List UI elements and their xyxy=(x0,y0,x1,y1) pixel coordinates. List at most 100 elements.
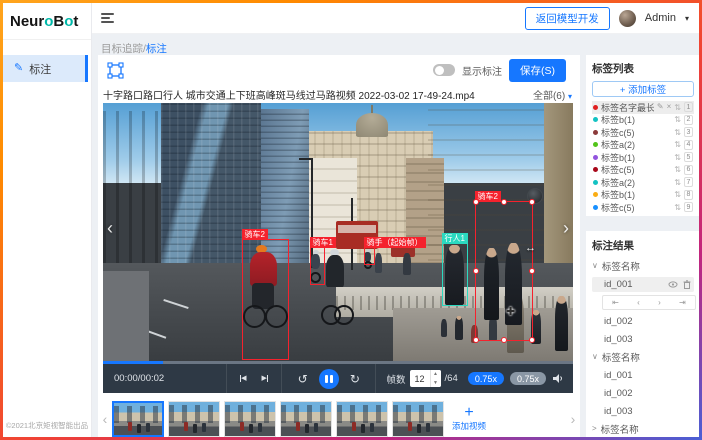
rewind-icon[interactable]: ↺ xyxy=(298,372,308,386)
pager-last-icon[interactable]: ⇥ xyxy=(679,298,686,307)
thumbnail-2[interactable] xyxy=(168,401,220,437)
bbox-rider2-selected[interactable]: 骑车2 ✚ ↔ xyxy=(475,201,533,341)
prev-frame-icon[interactable]: ◀ xyxy=(240,375,247,382)
volume-icon[interactable] xyxy=(552,373,564,384)
save-button[interactable]: 保存(S) xyxy=(509,59,566,82)
back-to-model-dev-button[interactable]: 返回模型开发 xyxy=(525,7,610,30)
show-annotation-toggle[interactable] xyxy=(433,64,455,76)
result-group-header[interactable]: ∨ 标签名称 xyxy=(592,258,694,273)
result-id-row[interactable]: id_001 xyxy=(592,368,694,382)
sort-icon[interactable]: ⇅ xyxy=(674,165,681,174)
thumbnail-4[interactable] xyxy=(280,401,332,437)
resize-handle[interactable] xyxy=(529,199,535,205)
result-id-row[interactable]: id_003 xyxy=(592,404,694,418)
bbox-label: 骑手（起始帧） xyxy=(364,237,426,248)
sort-icon[interactable]: ⇅ xyxy=(674,178,681,187)
resize-handle[interactable] xyxy=(473,268,479,274)
video-canvas[interactable]: 骑车2 骑车1 骑手（起始帧） 行人1 骑车2 ✚ xyxy=(103,103,573,361)
result-group-name: 标签名称 xyxy=(602,350,640,364)
label-color-dot xyxy=(593,180,598,185)
sort-icon[interactable]: ⇅ xyxy=(674,140,681,149)
label-list-item[interactable]: 标签a(2) ⇅ 7 xyxy=(592,176,694,189)
thumbnail-5[interactable] xyxy=(336,401,388,437)
label-list-item[interactable]: 标签a(2) ⇅ 4 xyxy=(592,139,694,152)
result-group-header-collapsed[interactable]: > 标签名称 xyxy=(592,421,694,436)
username[interactable]: Admin xyxy=(645,12,676,24)
result-id-row[interactable]: id_002 xyxy=(592,314,694,328)
resize-handle[interactable] xyxy=(501,199,507,205)
bbox-rider1[interactable]: 骑车1 xyxy=(310,247,325,285)
frame-decrement-icon[interactable]: ▼ xyxy=(431,379,441,388)
label-list-item[interactable]: 标签c(5) ⇅ 9 xyxy=(592,201,694,214)
pause-button[interactable] xyxy=(319,369,339,389)
sidebar-item-label: 标注 xyxy=(29,61,51,77)
scene-building xyxy=(356,113,388,137)
bbox-tool-icon[interactable] xyxy=(107,62,124,79)
label-list-item[interactable]: 标签c(5) ⇅ 6 xyxy=(592,164,694,177)
add-video-button[interactable]: + 添加视频 xyxy=(448,400,490,437)
label-list-item[interactable]: 标签b(1) ⇅ 8 xyxy=(592,189,694,202)
frame-increment-icon[interactable]: ▲ xyxy=(431,370,441,379)
resize-handle[interactable] xyxy=(473,199,479,205)
video-next-arrow[interactable]: › xyxy=(563,219,569,237)
sort-icon[interactable]: ⇅ xyxy=(674,203,681,212)
logo-text: o xyxy=(44,13,53,30)
thumbs-prev-icon[interactable]: ‹ xyxy=(98,411,112,427)
label-order-badge: 8 xyxy=(684,190,693,200)
bbox-pedestrian1[interactable]: 行人1 xyxy=(442,243,468,306)
thumbnail-1[interactable] xyxy=(112,401,164,437)
frame-number-input[interactable]: 12 ▲▼ xyxy=(410,370,441,387)
result-id-row-selected[interactable]: id_001 xyxy=(592,277,694,292)
label-name: 标签c(5) xyxy=(601,201,671,214)
add-label-button[interactable]: + 添加标签 xyxy=(592,81,694,97)
annotation-workspace: 显示标注 保存(S) 十字路口路口行人 城市交通上下班高峰斑马线过马路视频 20… xyxy=(98,55,580,437)
sort-icon[interactable]: ⇅ xyxy=(674,190,681,199)
avatar[interactable] xyxy=(619,10,636,27)
thumbs-next-icon[interactable]: › xyxy=(566,411,580,427)
trash-icon[interactable] xyxy=(683,280,691,289)
label-name: 标签b(1) xyxy=(601,113,671,126)
result-group-name: 标签名称 xyxy=(602,259,640,273)
resize-handle[interactable] xyxy=(529,337,535,343)
label-list-item[interactable]: 标签b(1) ⇅ 2 xyxy=(592,114,694,127)
thumbnail-3[interactable] xyxy=(224,401,276,437)
chevron-expanded-icon: ∨ xyxy=(592,261,598,270)
label-list-item[interactable]: 标签b(1) ⇅ 5 xyxy=(592,151,694,164)
speed-pill-active[interactable]: 0.75x xyxy=(468,372,504,385)
sort-icon[interactable]: ⇅ xyxy=(674,128,681,137)
results-title: 标注结果 xyxy=(592,238,694,253)
bbox-rider2-left[interactable]: 骑车2 xyxy=(242,239,289,360)
forward-icon[interactable]: ↻ xyxy=(350,372,360,386)
next-frame-icon[interactable]: ▶ xyxy=(261,375,268,382)
screenshot-frame: NeuroBot ✎ 标注 ©2021北京矩视智能出品 返回模型开发 Admin… xyxy=(0,0,702,440)
result-group-header[interactable]: ∨ 标签名称 xyxy=(592,349,694,364)
label-list-item[interactable]: 标签c(5) ⇅ 3 xyxy=(592,126,694,139)
bbox-label: 行人1 xyxy=(442,233,468,244)
pager-first-icon[interactable]: ⇤ xyxy=(612,298,619,307)
frame-count-label: 帧数 xyxy=(387,372,406,386)
pager-prev-icon[interactable]: ‹ xyxy=(637,298,640,307)
bbox-rider-startframe[interactable]: 骑手（起始帧） xyxy=(364,247,375,265)
breadcrumb-parent[interactable]: 目标追踪 xyxy=(101,43,143,55)
chevron-down-icon[interactable]: ▾ xyxy=(685,14,689,23)
label-list-item[interactable]: 标签名字最长数... ✎ × ⇅ 1 xyxy=(592,101,694,114)
pager-next-icon[interactable]: › xyxy=(658,298,661,307)
thumbnail-6[interactable] xyxy=(392,401,444,437)
sidebar-item-annotate[interactable]: ✎ 标注 xyxy=(3,55,88,82)
delete-icon[interactable]: × xyxy=(667,103,672,111)
result-id-row[interactable]: id_002 xyxy=(592,386,694,400)
sort-icon[interactable]: ⇅ xyxy=(674,153,681,162)
speed-pill[interactable]: 0.75x xyxy=(510,372,546,385)
video-prev-arrow[interactable]: ‹ xyxy=(107,219,113,237)
sort-icon[interactable]: ⇅ xyxy=(674,103,681,112)
resize-handle[interactable] xyxy=(529,268,535,274)
resize-handle[interactable] xyxy=(501,337,507,343)
filter-dropdown[interactable]: 全部(6) ▾ xyxy=(533,87,572,102)
eye-icon[interactable] xyxy=(668,280,678,289)
sort-icon[interactable]: ⇅ xyxy=(674,115,681,124)
toolbar: 显示标注 保存(S) xyxy=(98,55,580,85)
resize-handle[interactable] xyxy=(473,337,479,343)
result-id-row[interactable]: id_003 xyxy=(592,332,694,346)
edit-icon[interactable]: ✎ xyxy=(657,103,664,111)
menu-fold-icon[interactable] xyxy=(101,13,114,23)
